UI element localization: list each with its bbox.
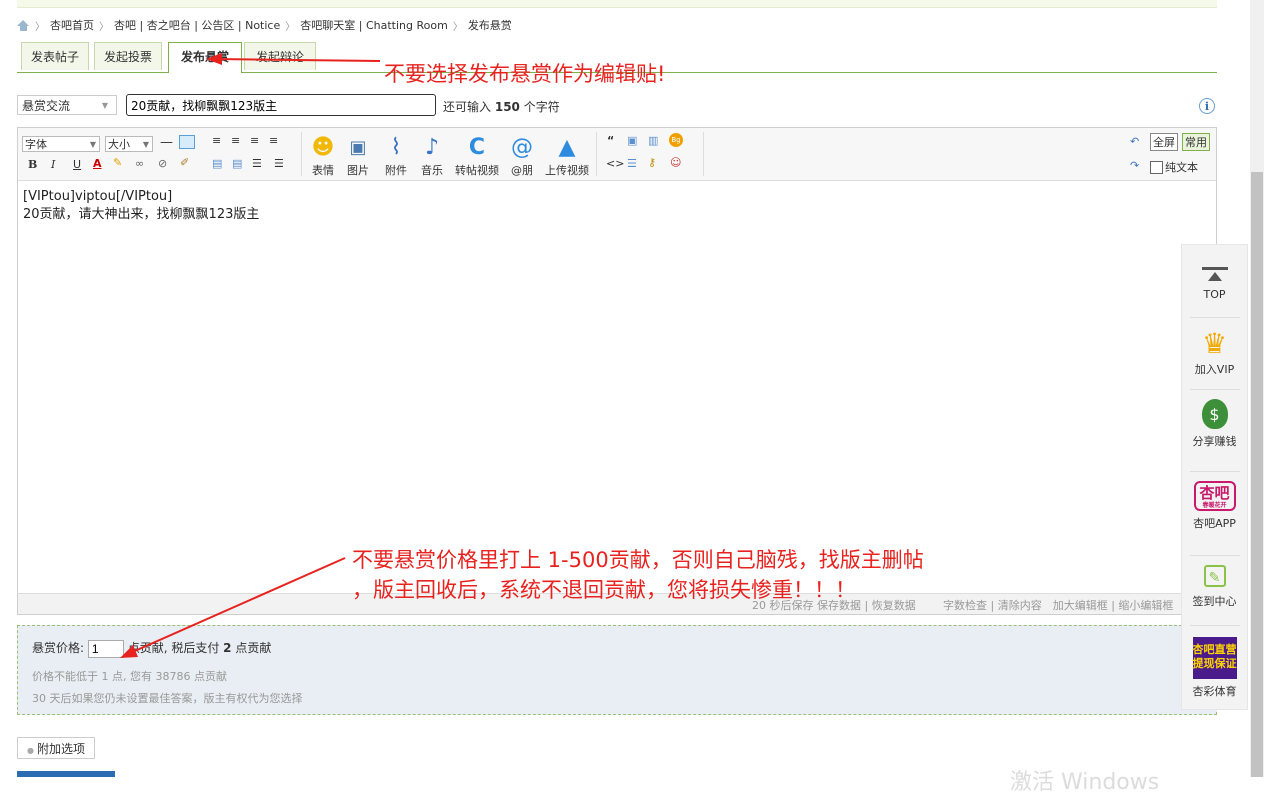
annotation-arrowhead-bottom xyxy=(120,645,138,658)
annotation-arrow-bottom xyxy=(127,557,346,655)
annotation-top: 不要选择发布悬赏作为编辑贴! xyxy=(384,62,666,86)
annotation-arrow-top xyxy=(213,58,381,62)
annotation-bottom-line2: ，版主回收后，系统不退回贡献，您将损失惨重！！！ xyxy=(352,578,856,602)
annotation-arrowhead-top xyxy=(206,53,222,65)
annotation-arrows xyxy=(120,53,381,658)
annotation-bottom-line1: 不要悬赏价格里打上 1-500贡献，否则自己脑残，找版主删帖 xyxy=(352,548,924,572)
